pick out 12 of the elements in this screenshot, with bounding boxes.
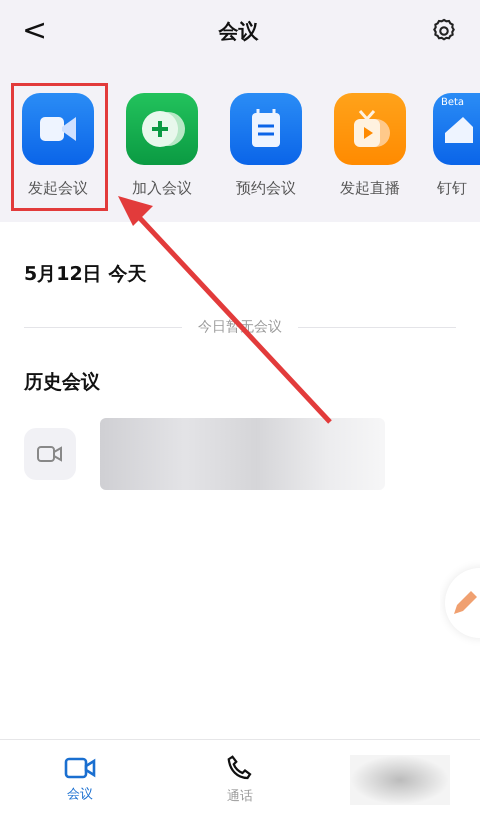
page-title: 会议 (218, 18, 259, 45)
tab-button[interactable]: 会议 (0, 754, 160, 806)
tile-label[interactable]: 发起会议 (28, 177, 88, 200)
app-icon[interactable]: Beta (433, 93, 480, 165)
section-heading: 历史会议 (24, 370, 101, 394)
back-button[interactable]: < (22, 16, 48, 46)
tile-label[interactable]: 钉钉 (437, 177, 467, 200)
date-heading: 5月12日 今天 (24, 262, 148, 287)
beta-label: Beta (441, 96, 464, 110)
tile-label[interactable]: 加入会议 (132, 177, 192, 200)
tile-label[interactable]: 预约会议 (236, 177, 296, 200)
tile-label[interactable]: 发起直播 (340, 177, 400, 200)
